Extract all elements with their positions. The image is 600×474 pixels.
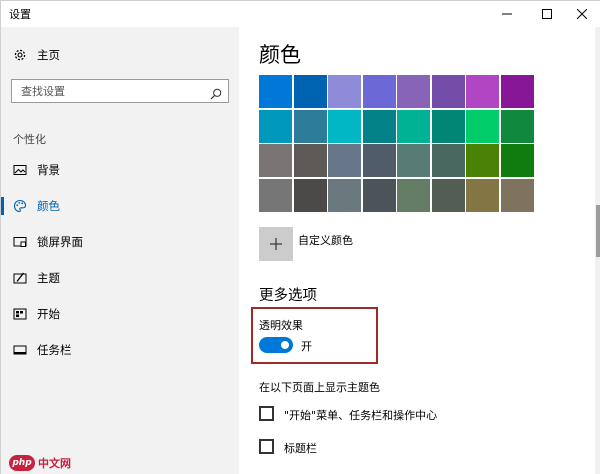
color-swatch[interactable] xyxy=(293,178,327,212)
lock-screen-icon xyxy=(13,235,27,249)
image-icon xyxy=(13,163,27,177)
color-swatch[interactable] xyxy=(293,75,327,108)
color-swatch[interactable] xyxy=(431,109,465,143)
sidebar-home-label: 主页 xyxy=(37,48,60,62)
window-title: 设置 xyxy=(9,8,31,21)
color-swatch[interactable] xyxy=(328,109,361,143)
transparency-label: 透明效果 xyxy=(259,319,303,332)
active-indicator xyxy=(1,197,4,215)
section-label-personalization: 个性化 xyxy=(13,133,46,146)
taskbar-icon xyxy=(13,343,27,357)
color-swatch[interactable] xyxy=(259,109,292,143)
start-icon xyxy=(13,307,27,321)
color-swatch[interactable] xyxy=(500,75,534,108)
sidebar-item-taskbar[interactable]: 任务栏 xyxy=(1,335,239,365)
sidebar-item-start[interactable]: 开始 xyxy=(1,299,239,329)
title-bar: 设置 xyxy=(1,1,600,27)
sidebar-item-label: 任务栏 xyxy=(37,343,72,357)
color-swatch[interactable] xyxy=(466,75,499,108)
transparency-state: 开 xyxy=(301,340,312,353)
theme-icon xyxy=(13,271,27,285)
sidebar-item-label: 颜色 xyxy=(37,199,60,213)
color-swatch-grid xyxy=(259,75,534,213)
show-accent-heading: 在以下页面上显示主题色 xyxy=(259,381,380,394)
search-input[interactable] xyxy=(13,81,203,101)
settings-window: 设置 主页 个性化 背景 xyxy=(0,0,600,474)
color-swatch[interactable] xyxy=(328,144,361,177)
color-swatch[interactable] xyxy=(431,75,465,108)
search-box xyxy=(11,79,229,103)
color-swatch[interactable] xyxy=(500,178,534,212)
color-swatch[interactable] xyxy=(466,109,499,143)
sidebar-item-label: 开始 xyxy=(37,307,60,321)
palette-icon xyxy=(13,199,27,213)
color-swatch[interactable] xyxy=(362,75,396,108)
sidebar-item-label: 主题 xyxy=(37,271,60,285)
page-title: 颜色 xyxy=(259,43,301,67)
watermark-text: 中文网 xyxy=(38,457,71,470)
watermark: php 中文网 xyxy=(9,453,71,473)
checkbox-label: 标题栏 xyxy=(284,442,317,455)
scrollbar[interactable] xyxy=(595,27,600,474)
color-swatch[interactable] xyxy=(397,75,430,108)
sidebar-item-themes[interactable]: 主题 xyxy=(1,263,239,293)
sidebar-item-label: 背景 xyxy=(37,163,60,177)
color-swatch[interactable] xyxy=(431,144,465,177)
color-swatch[interactable] xyxy=(293,109,327,143)
checkbox-start-taskbar-action-center[interactable]: "开始"菜单、任务栏和操作中心 xyxy=(259,406,559,424)
watermark-logo: php xyxy=(9,455,35,471)
sidebar-item-lock-screen[interactable]: 锁屏界面 xyxy=(1,227,239,257)
color-swatch[interactable] xyxy=(362,178,396,212)
color-swatch[interactable] xyxy=(500,144,534,177)
custom-color-button[interactable]: 自定义颜色 xyxy=(259,227,459,261)
sidebar: 主页 个性化 背景 颜色 锁屏界面 xyxy=(1,27,239,474)
scrollbar-thumb[interactable] xyxy=(596,205,600,257)
main-content: 颜色 自定义颜色 更多选项 透明效果 开 在以下页面上显示主题色 "开始"菜单、… xyxy=(239,27,595,474)
color-swatch[interactable] xyxy=(362,109,396,143)
checkbox[interactable] xyxy=(259,406,274,421)
color-swatch[interactable] xyxy=(466,178,499,212)
plus-icon xyxy=(259,227,293,261)
minimize-button[interactable] xyxy=(488,1,526,27)
color-swatch[interactable] xyxy=(259,178,292,212)
close-button[interactable] xyxy=(563,1,600,27)
sidebar-item-colors[interactable]: 颜色 xyxy=(1,191,239,221)
color-swatch[interactable] xyxy=(362,144,396,177)
color-swatch[interactable] xyxy=(397,178,430,212)
custom-color-label: 自定义颜色 xyxy=(298,234,353,247)
color-swatch[interactable] xyxy=(259,144,292,177)
close-icon xyxy=(577,9,587,19)
color-swatch[interactable] xyxy=(431,178,465,212)
sidebar-item-label: 锁屏界面 xyxy=(37,235,83,249)
checkbox[interactable] xyxy=(259,439,274,454)
color-swatch[interactable] xyxy=(500,109,534,143)
maximize-button[interactable] xyxy=(528,1,566,27)
checkbox-title-bars[interactable]: 标题栏 xyxy=(259,439,559,457)
color-swatch[interactable] xyxy=(259,75,292,108)
search-icon[interactable] xyxy=(210,85,222,100)
checkbox-label: "开始"菜单、任务栏和操作中心 xyxy=(284,409,438,422)
color-swatch[interactable] xyxy=(466,144,499,177)
color-swatch[interactable] xyxy=(328,75,361,108)
sidebar-item-background[interactable]: 背景 xyxy=(1,155,239,185)
color-swatch[interactable] xyxy=(293,144,327,177)
gear-icon xyxy=(13,48,27,62)
minimize-icon xyxy=(502,13,512,15)
transparency-toggle[interactable] xyxy=(259,337,293,353)
color-swatch[interactable] xyxy=(397,109,430,143)
sidebar-item-home[interactable]: 主页 xyxy=(1,41,239,69)
more-options-heading: 更多选项 xyxy=(259,288,317,304)
color-swatch[interactable] xyxy=(328,178,361,212)
toggle-knob xyxy=(281,341,289,349)
highlight-box xyxy=(251,307,378,364)
color-swatch[interactable] xyxy=(397,144,430,177)
maximize-icon xyxy=(542,9,552,19)
